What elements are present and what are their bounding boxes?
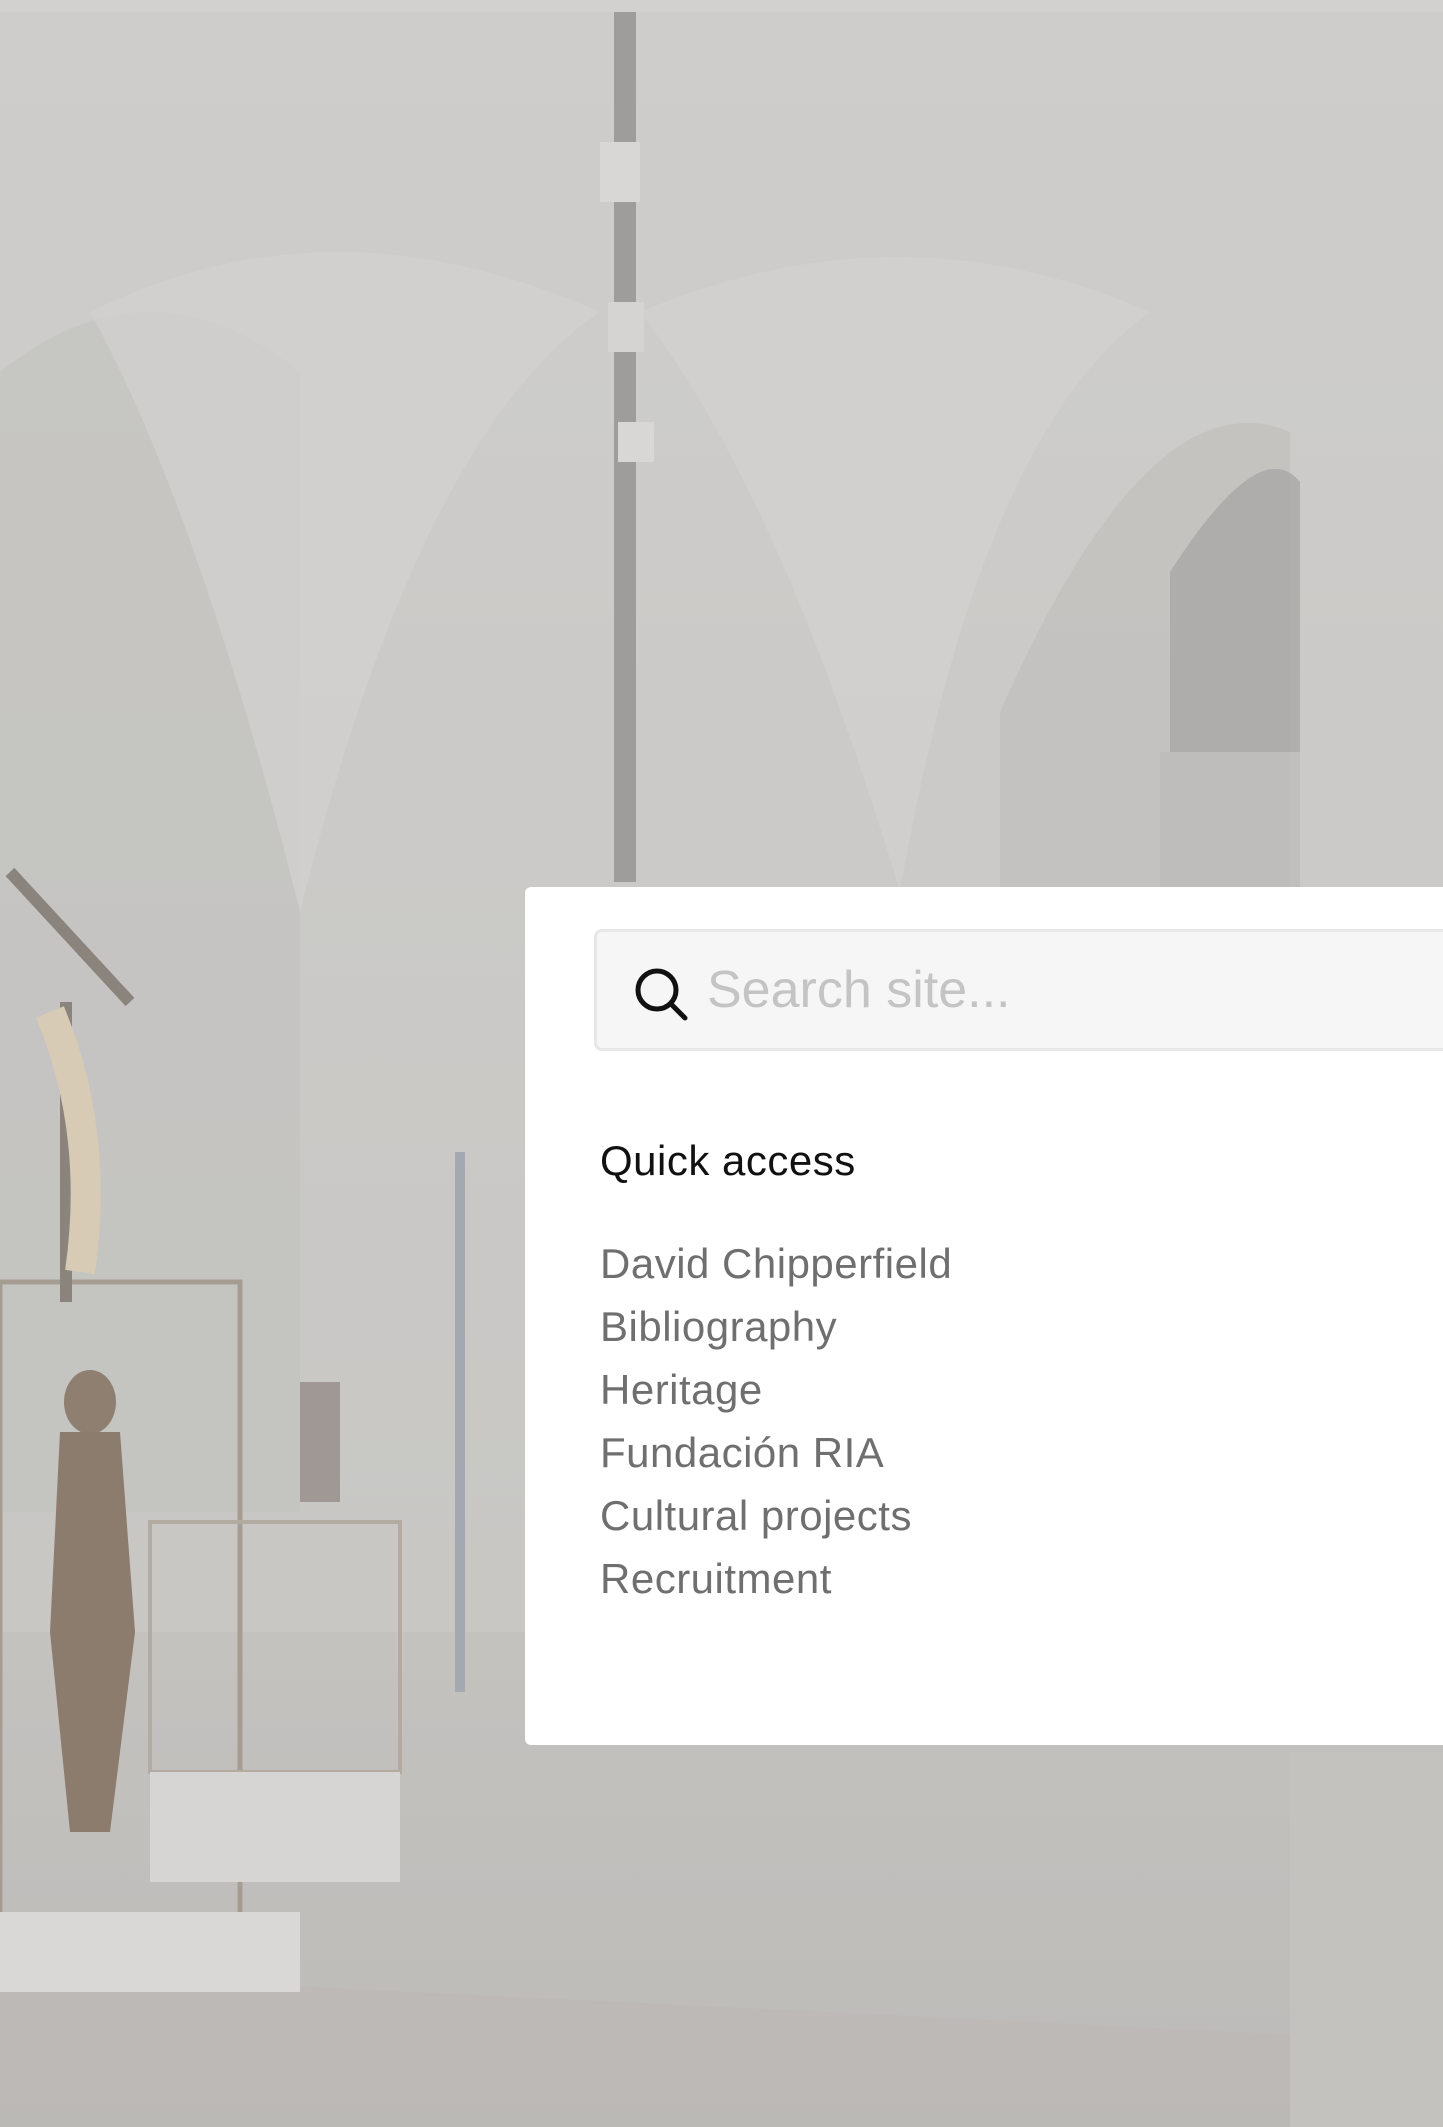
quick-access-link-bibliography[interactable]: Bibliography: [600, 1295, 952, 1358]
quick-access-link-fundacion-ria[interactable]: Fundación RIA: [600, 1421, 952, 1484]
search-icon: [635, 968, 688, 1021]
search-panel: Quick access David Chipperfield Bibliogr…: [525, 887, 1443, 1745]
search-input[interactable]: [707, 948, 1427, 1032]
search-box[interactable]: [594, 929, 1443, 1051]
quick-access-heading: Quick access: [600, 1137, 856, 1184]
top-bar: [0, 0, 1443, 12]
quick-access-link-recruitment[interactable]: Recruitment: [600, 1547, 952, 1610]
quick-access-link-cultural-projects[interactable]: Cultural projects: [600, 1484, 952, 1547]
quick-access-link-david-chipperfield[interactable]: David Chipperfield: [600, 1232, 952, 1295]
quick-access-list: David Chipperfield Bibliography Heritage…: [600, 1232, 952, 1610]
quick-access-link-heritage[interactable]: Heritage: [600, 1358, 952, 1421]
